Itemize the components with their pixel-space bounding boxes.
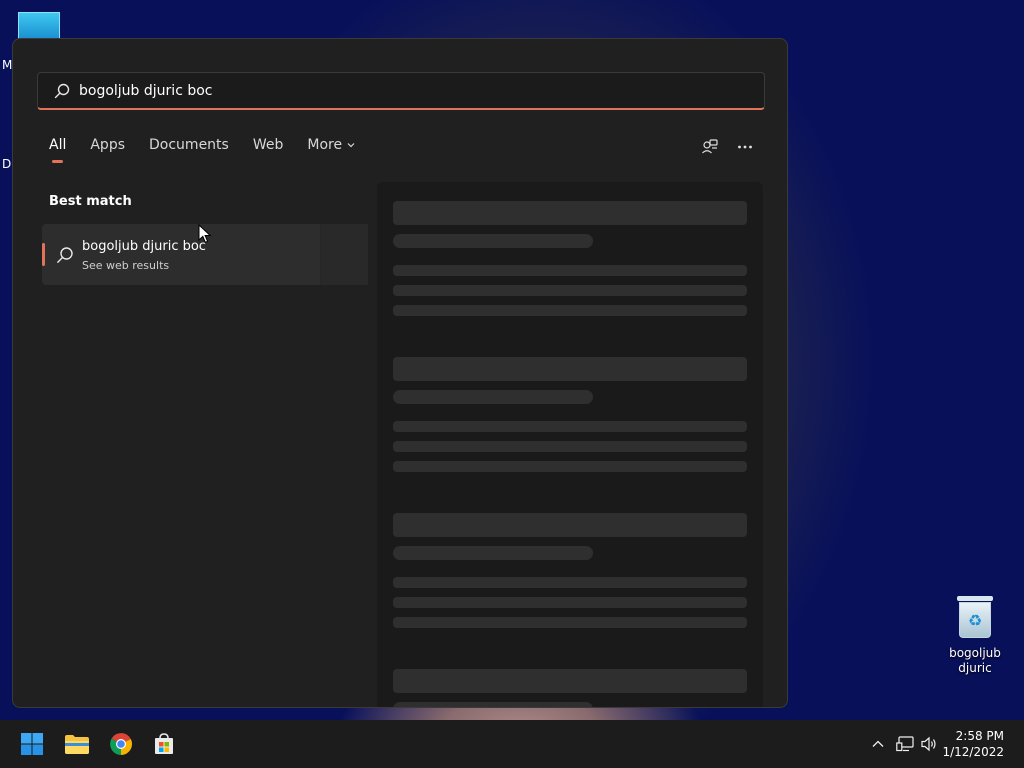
search-icon <box>57 246 73 263</box>
chrome-icon <box>110 733 133 755</box>
skeleton-placeholder <box>393 421 747 432</box>
skeleton-placeholder <box>393 577 747 588</box>
skeleton-placeholder <box>393 441 747 452</box>
skeleton-placeholder <box>393 617 747 628</box>
recycle-bin-desktop-icon[interactable]: ♻ bogoljub djuric <box>946 596 1004 676</box>
skeleton-placeholder <box>393 669 747 693</box>
clock[interactable]: 2:58 PM 1/12/2022 <box>942 728 1004 760</box>
skeleton-placeholder <box>393 390 593 404</box>
start-button[interactable] <box>16 728 48 760</box>
skeleton-placeholder <box>393 265 747 276</box>
result-expand-button[interactable] <box>320 224 368 285</box>
mouse-pointer-icon <box>198 224 212 243</box>
network-icon <box>896 736 914 752</box>
search-box[interactable] <box>37 72 765 110</box>
taskbar-microsoft-store[interactable] <box>148 728 180 760</box>
skeleton-placeholder <box>393 461 747 472</box>
skeleton-placeholder <box>393 201 747 225</box>
tab-all[interactable]: All <box>49 135 66 163</box>
skeleton-placeholder <box>393 234 593 248</box>
search-highlights-button[interactable] <box>698 135 722 159</box>
tab-apps[interactable]: Apps <box>90 135 125 159</box>
show-hidden-icons-button[interactable] <box>868 734 888 754</box>
people-search-icon <box>702 139 718 154</box>
skeleton-placeholder <box>393 702 593 707</box>
skeleton-placeholder <box>393 305 747 316</box>
clock-date: 1/12/2022 <box>942 745 1004 759</box>
tab-more-label: More <box>307 137 343 153</box>
result-subtitle: See web results <box>82 258 170 272</box>
search-input[interactable] <box>79 73 764 108</box>
taskbar: 2:58 PM 1/12/2022 <box>0 720 1024 768</box>
desktop-icon-label: D <box>2 157 12 171</box>
ellipsis-icon <box>738 145 752 149</box>
search-icon <box>54 83 70 98</box>
preview-pane-loading <box>377 182 763 707</box>
best-match-heading: Best match <box>49 194 132 209</box>
skeleton-placeholder <box>393 597 747 608</box>
recycle-bin-icon: ♻ <box>957 596 993 638</box>
network-status-button[interactable] <box>895 734 915 754</box>
desktop-icon-label: M <box>2 58 13 72</box>
search-filter-tabs: All Apps Documents Web More <box>49 135 380 163</box>
taskbar-chrome[interactable] <box>105 728 137 760</box>
result-title: bogoljub djuric boc <box>82 238 206 254</box>
desktop-icon[interactable] <box>18 12 60 40</box>
clock-time: 2:58 PM <box>955 729 1004 743</box>
tab-web[interactable]: Web <box>253 135 284 159</box>
more-options-button[interactable] <box>733 135 757 159</box>
tab-more[interactable]: More <box>307 135 356 159</box>
chevron-up-icon <box>872 740 884 747</box>
microsoft-store-icon <box>155 733 173 754</box>
tab-documents[interactable]: Documents <box>149 135 229 159</box>
volume-button[interactable] <box>919 734 939 754</box>
recycle-bin-label: bogoljub djuric <box>949 646 1001 675</box>
file-explorer-icon <box>65 735 89 754</box>
speaker-icon <box>921 736 936 752</box>
skeleton-placeholder <box>393 546 593 560</box>
windows-start-icon <box>21 733 43 755</box>
skeleton-placeholder <box>393 357 747 381</box>
skeleton-placeholder <box>393 285 747 296</box>
taskbar-file-explorer[interactable] <box>61 728 93 760</box>
chevron-down-icon <box>347 143 355 148</box>
search-panel: All Apps Documents Web More Best match b… <box>12 38 788 708</box>
skeleton-placeholder <box>393 513 747 537</box>
